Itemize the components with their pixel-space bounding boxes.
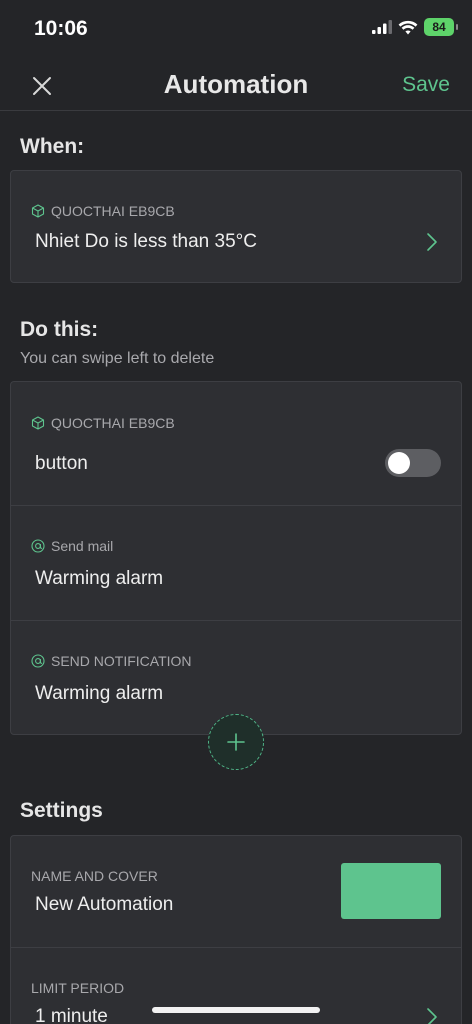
chevron-right-icon: [427, 233, 437, 251]
action-value: Warming alarm: [35, 568, 164, 589]
action-item-device[interactable]: QUOCTHAI EB9CB button: [11, 382, 461, 505]
cube-icon: [31, 416, 45, 430]
add-action-button[interactable]: [208, 714, 264, 770]
chevron-right-icon: [427, 1008, 437, 1024]
home-indicator: [152, 1007, 320, 1013]
when-condition-text: Nhiet Do is less than 35°C: [35, 231, 257, 252]
action-kind-text: Send mail: [51, 538, 114, 554]
action-kind-label: QUOCTHAI EB9CB: [31, 415, 175, 431]
status-icons: 84: [372, 18, 458, 36]
when-condition-card[interactable]: QUOCTHAI EB9CB Nhiet Do is less than 35°…: [10, 170, 462, 283]
limit-period-value: 1 minute: [35, 1006, 108, 1024]
battery-indicator: 84: [424, 18, 458, 36]
actions-card: QUOCTHAI EB9CB button Send mail Warming …: [10, 381, 462, 735]
action-kind-text: QUOCTHAI EB9CB: [51, 415, 175, 431]
settings-heading: Settings: [20, 799, 103, 822]
do-this-heading: Do this:: [20, 318, 99, 341]
at-icon: [31, 539, 45, 553]
status-bar: 10:06 84: [0, 0, 472, 58]
name-and-cover-row[interactable]: NAME AND COVER New Automation: [11, 836, 461, 947]
action-kind-text: SEND NOTIFICATION: [51, 653, 192, 669]
cover-swatch[interactable]: [341, 863, 441, 919]
when-device-label: QUOCTHAI EB9CB: [31, 203, 175, 219]
when-heading: When:: [20, 135, 85, 158]
plus-icon: [227, 733, 245, 751]
toggle-knob: [388, 452, 410, 474]
save-button[interactable]: Save: [402, 73, 450, 97]
when-device-name: QUOCTHAI EB9CB: [51, 203, 175, 219]
action-value: Warming alarm: [35, 683, 164, 704]
do-this-hint: You can swipe left to delete: [20, 350, 215, 367]
status-time: 10:06: [34, 17, 88, 40]
automation-name-value: New Automation: [35, 894, 174, 915]
action-item-send-mail[interactable]: Send mail Warming alarm: [11, 505, 461, 620]
wifi-icon: [398, 20, 418, 34]
signal-icon: [372, 20, 392, 34]
cube-icon: [31, 204, 45, 218]
settings-card: NAME AND COVER New Automation LIMIT PERI…: [10, 835, 462, 1024]
action-value: button: [35, 453, 88, 474]
name-and-cover-label: NAME AND COVER: [31, 868, 158, 884]
limit-period-label: LIMIT PERIOD: [31, 980, 125, 996]
action-kind-label: Send mail: [31, 538, 113, 554]
nav-bar: Automation Save: [0, 58, 472, 111]
at-icon: [31, 654, 45, 668]
button-toggle[interactable]: [385, 449, 441, 477]
battery-level: 84: [432, 20, 446, 34]
action-kind-label: SEND NOTIFICATION: [31, 653, 192, 669]
